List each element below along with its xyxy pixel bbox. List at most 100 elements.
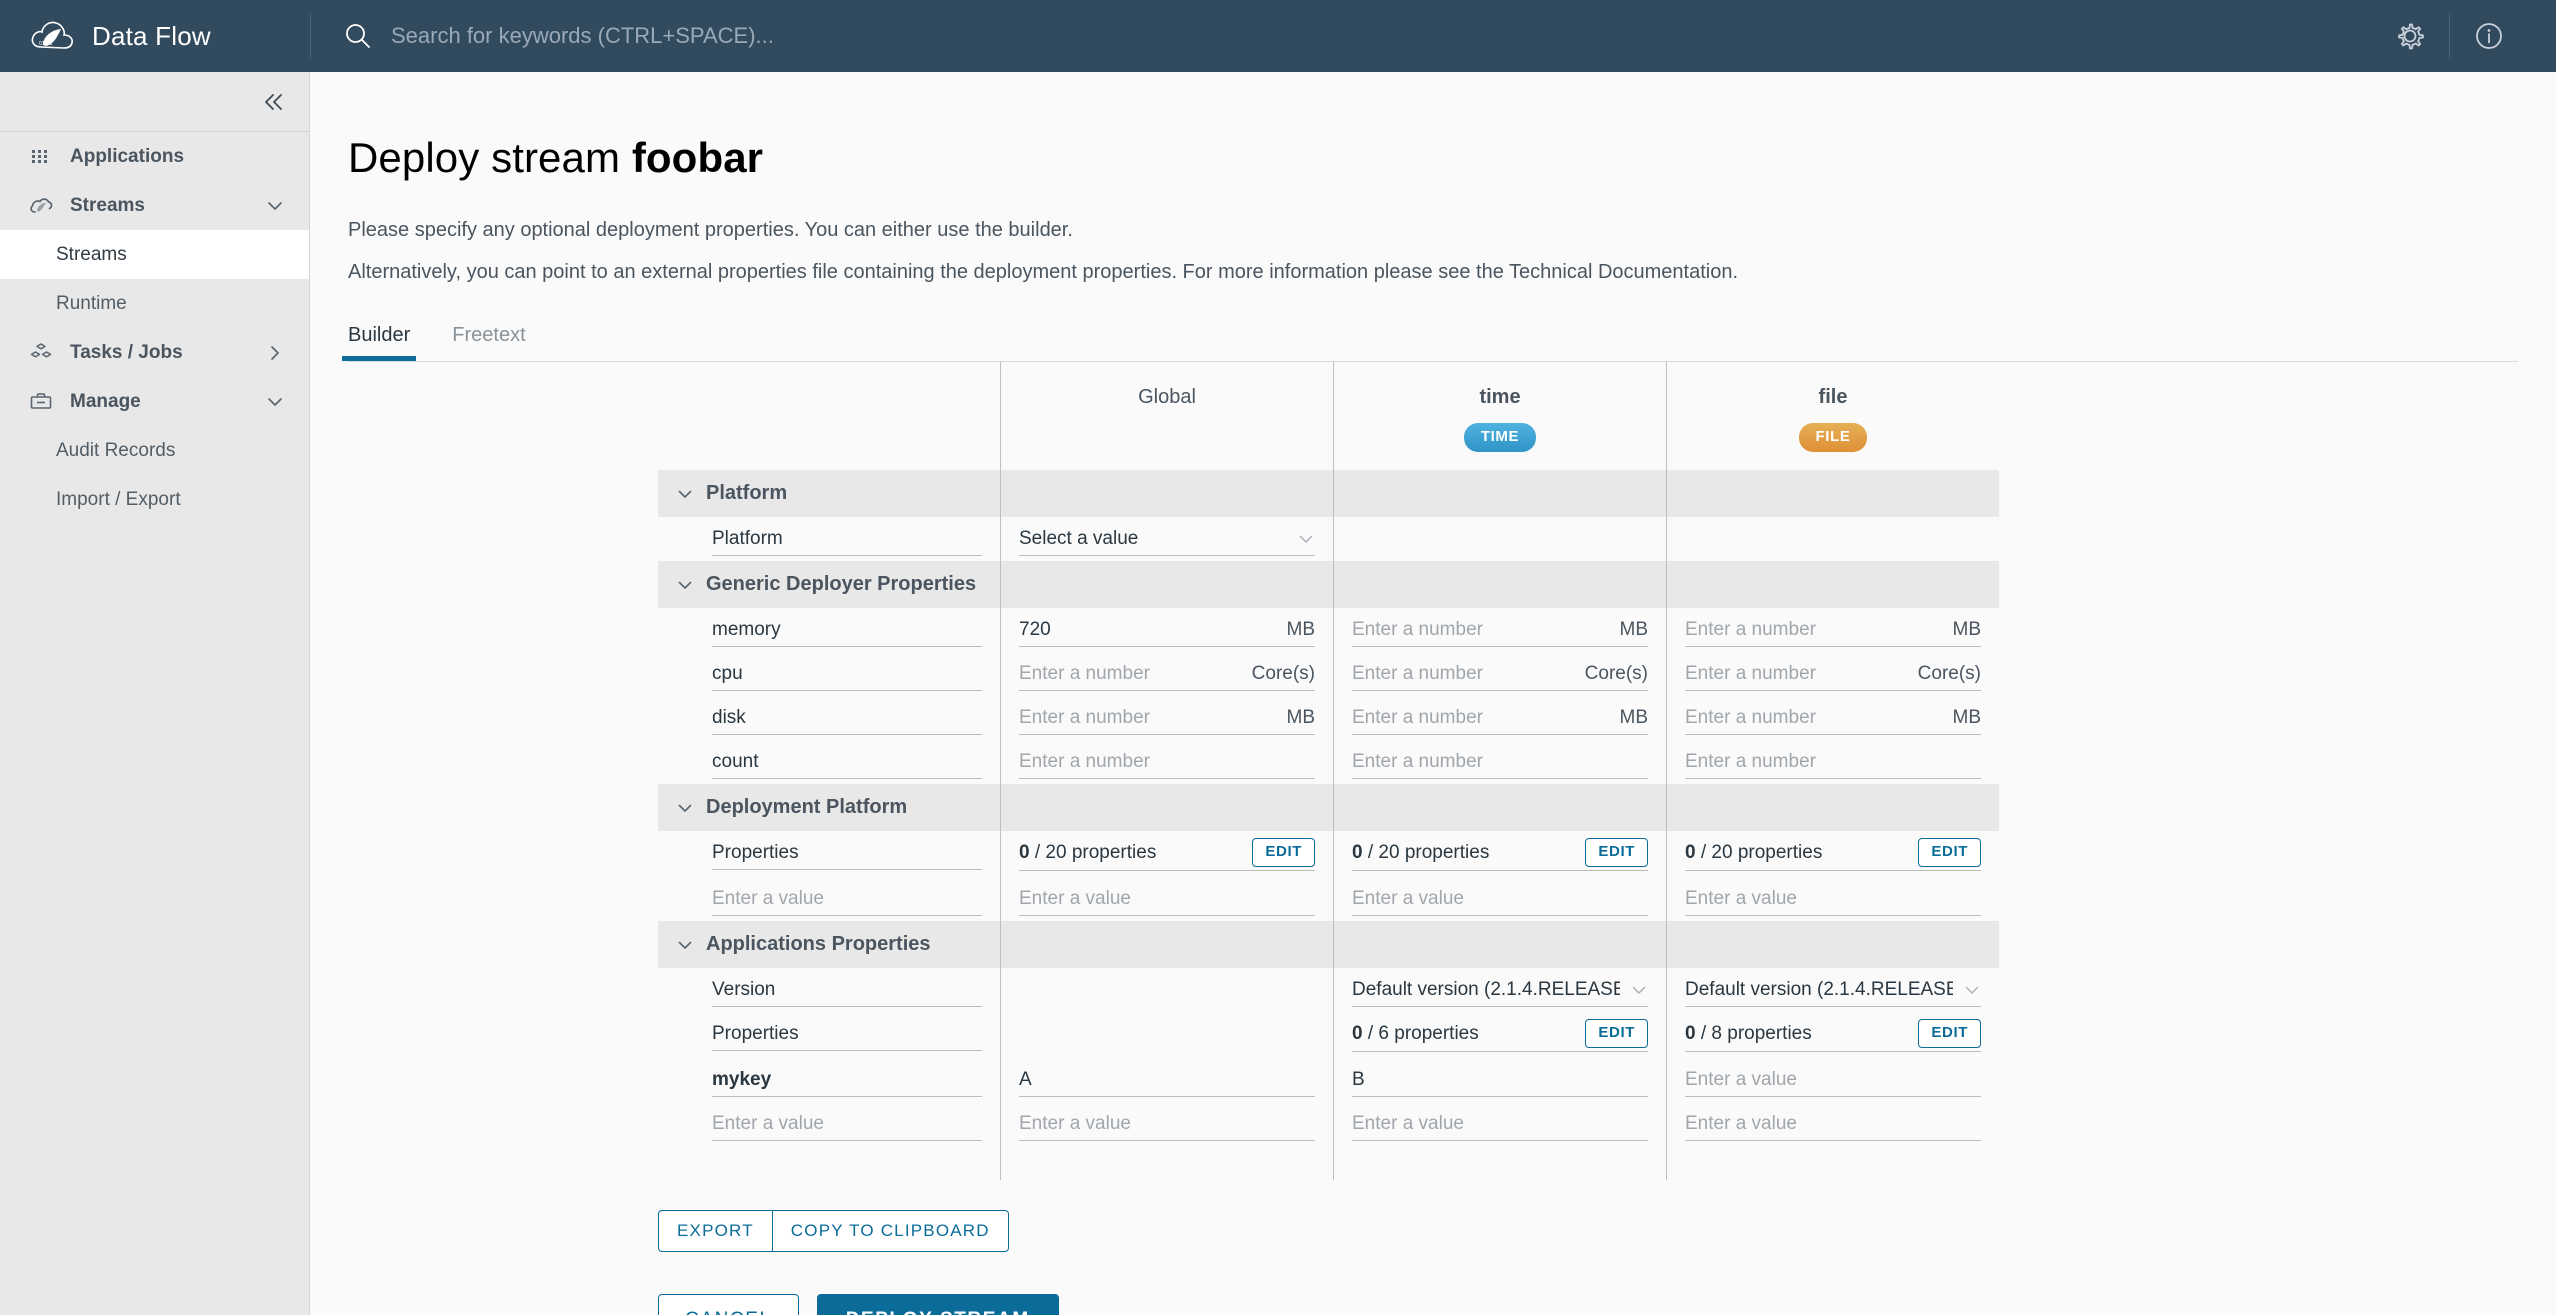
tab-builder[interactable]: Builder [341, 324, 417, 361]
value-input[interactable]: A [1019, 1064, 1315, 1097]
sidebar-item-streams[interactable]: Streams [0, 181, 309, 230]
value-cell[interactable]: Enter a value [1000, 877, 1333, 921]
section-header-row[interactable]: Platform [658, 470, 2000, 517]
unit-label: MB [1619, 619, 1649, 640]
app-type-badge: FILE [1798, 423, 1868, 452]
chevron-down-icon [1965, 986, 1979, 994]
section-header-cell[interactable]: Generic Deployer Properties [658, 561, 1000, 608]
value-cell[interactable]: Enter a value [1666, 1102, 1999, 1146]
row-label-cell[interactable]: cpu [658, 652, 1000, 696]
chevron-down-icon[interactable] [676, 936, 694, 954]
double-chevron-left-icon[interactable] [261, 89, 287, 115]
section-header-cell[interactable]: Applications Properties [658, 921, 1000, 968]
chevron-down-icon[interactable] [676, 576, 694, 594]
row-label-cell[interactable]: Platform [658, 517, 1000, 561]
info-icon[interactable] [2466, 13, 2512, 59]
row-label-cell[interactable]: Enter a value [658, 877, 1000, 921]
value-input[interactable]: Enter a number MB [1352, 614, 1648, 647]
sidebar-item-runtime[interactable]: Runtime [0, 279, 309, 328]
deploy-stream-button[interactable]: DEPLOY STREAM [816, 1294, 1059, 1315]
value-cell[interactable]: Enter a number MB [1000, 696, 1333, 740]
value-input[interactable]: Enter a value [1352, 1108, 1648, 1141]
section-header-cell[interactable]: Deployment Platform [658, 784, 1000, 831]
search-input[interactable] [389, 22, 1189, 50]
cancel-button[interactable]: CANCEL [658, 1294, 799, 1315]
value-cell[interactable]: Enter a number Core(s) [1000, 652, 1333, 696]
sidebar-item-manage[interactable]: Manage [0, 377, 309, 426]
section-header-row[interactable]: Deployment Platform [658, 784, 2000, 831]
value-cell[interactable]: Enter a number MB [1666, 696, 1999, 740]
export-button[interactable]: EXPORT [658, 1210, 772, 1252]
sidebar-subitem-label: Import / Export [56, 488, 181, 510]
row-label-cell[interactable]: memory [658, 608, 1000, 652]
sidebar-item-import-export[interactable]: Import / Export [0, 475, 309, 524]
value-input[interactable]: Enter a value [1352, 883, 1648, 916]
row-label-cell[interactable]: Version [658, 968, 1000, 1012]
gear-icon[interactable] [2387, 13, 2433, 59]
edit-properties-button[interactable]: EDIT [1918, 838, 1981, 867]
value-input[interactable]: Enter a number [1352, 746, 1648, 779]
value-cell[interactable]: Enter a value [1666, 1058, 1999, 1102]
value-input[interactable]: Enter a number MB [1352, 702, 1648, 735]
value-input[interactable]: Enter a value [1685, 1108, 1981, 1141]
chevron-down-icon[interactable] [676, 799, 694, 817]
value-cell[interactable]: Enter a value [1333, 1102, 1666, 1146]
value-input[interactable]: Enter a number [1685, 746, 1981, 779]
value-input[interactable]: Enter a number [1019, 746, 1315, 779]
value-input[interactable]: 720 MB [1019, 614, 1315, 647]
sidebar-item-tasks-jobs[interactable]: Tasks / Jobs [0, 328, 309, 377]
sidebar-item-audit-records[interactable]: Audit Records [0, 426, 309, 475]
value-input[interactable]: Enter a value [1685, 1064, 1981, 1097]
brand-area[interactable]: 01011 Data Flow [0, 0, 310, 72]
value-cell[interactable]: Enter a value [1000, 1102, 1333, 1146]
edit-properties-button[interactable]: EDIT [1252, 838, 1315, 867]
row-label-cell[interactable]: Properties [658, 1012, 1000, 1058]
value-cell[interactable]: Enter a number Core(s) [1666, 652, 1999, 696]
value-cell[interactable]: Enter a number [1666, 740, 1999, 784]
value-input[interactable]: Enter a number Core(s) [1352, 658, 1648, 691]
value-input[interactable]: Enter a number Core(s) [1019, 658, 1315, 691]
sidebar-item-streams-list[interactable]: Streams [0, 230, 309, 279]
value-cell[interactable]: Select a value [1000, 517, 1333, 561]
edit-properties-button[interactable]: EDIT [1585, 838, 1648, 867]
value-cell[interactable]: B [1333, 1058, 1666, 1102]
value-cell[interactable]: Enter a number [1333, 740, 1666, 784]
value-input[interactable]: Select a value [1019, 523, 1315, 556]
value-cell[interactable]: Enter a value [1333, 877, 1666, 921]
value-input[interactable]: Default version (2.1.4.RELEASE) [1352, 974, 1648, 1007]
value-cell[interactable]: Enter a number MB [1333, 608, 1666, 652]
edit-properties-button[interactable]: EDIT [1585, 1019, 1648, 1048]
value-input[interactable]: Enter a value [1019, 1108, 1315, 1141]
value-cell[interactable]: 720 MB [1000, 608, 1333, 652]
row-label-cell[interactable]: Enter a value [658, 1102, 1000, 1146]
global-search[interactable] [311, 0, 2371, 72]
copy-to-clipboard-button[interactable]: COPY TO CLIPBOARD [771, 1210, 1009, 1252]
value-input[interactable]: Enter a number MB [1019, 702, 1315, 735]
value-cell[interactable]: Default version (2.1.4.RELEASE) [1333, 968, 1666, 1012]
section-header-row[interactable]: Applications Properties [658, 921, 2000, 968]
value-input[interactable]: Enter a number Core(s) [1685, 658, 1981, 691]
section-header-cell[interactable]: Platform [658, 470, 1000, 517]
value-cell[interactable]: A [1000, 1058, 1333, 1102]
value-cell[interactable]: Enter a number Core(s) [1333, 652, 1666, 696]
chevron-down-icon[interactable] [676, 485, 694, 503]
value-cell[interactable]: Enter a number MB [1666, 608, 1999, 652]
row-label-cell[interactable]: mykey [658, 1058, 1000, 1102]
value-cell[interactable]: Enter a value [1666, 877, 1999, 921]
sidebar-item-applications[interactable]: Applications [0, 132, 309, 181]
value-input[interactable]: B [1352, 1064, 1648, 1097]
row-label-cell[interactable]: disk [658, 696, 1000, 740]
value-input[interactable]: Default version (2.1.4.RELEASE) [1685, 974, 1981, 1007]
row-label-cell[interactable]: Properties [658, 831, 1000, 877]
value-cell[interactable]: Default version (2.1.4.RELEASE) [1666, 968, 1999, 1012]
value-cell[interactable]: Enter a number [1000, 740, 1333, 784]
value-cell[interactable]: Enter a number MB [1333, 696, 1666, 740]
value-input[interactable]: Enter a number MB [1685, 614, 1981, 647]
section-header-row[interactable]: Generic Deployer Properties [658, 561, 2000, 608]
value-input[interactable]: Enter a value [1685, 883, 1981, 916]
value-input[interactable]: Enter a number MB [1685, 702, 1981, 735]
value-input[interactable]: Enter a value [1019, 883, 1315, 916]
tab-freetext[interactable]: Freetext [452, 324, 525, 361]
row-label-cell[interactable]: count [658, 740, 1000, 784]
edit-properties-button[interactable]: EDIT [1918, 1019, 1981, 1048]
